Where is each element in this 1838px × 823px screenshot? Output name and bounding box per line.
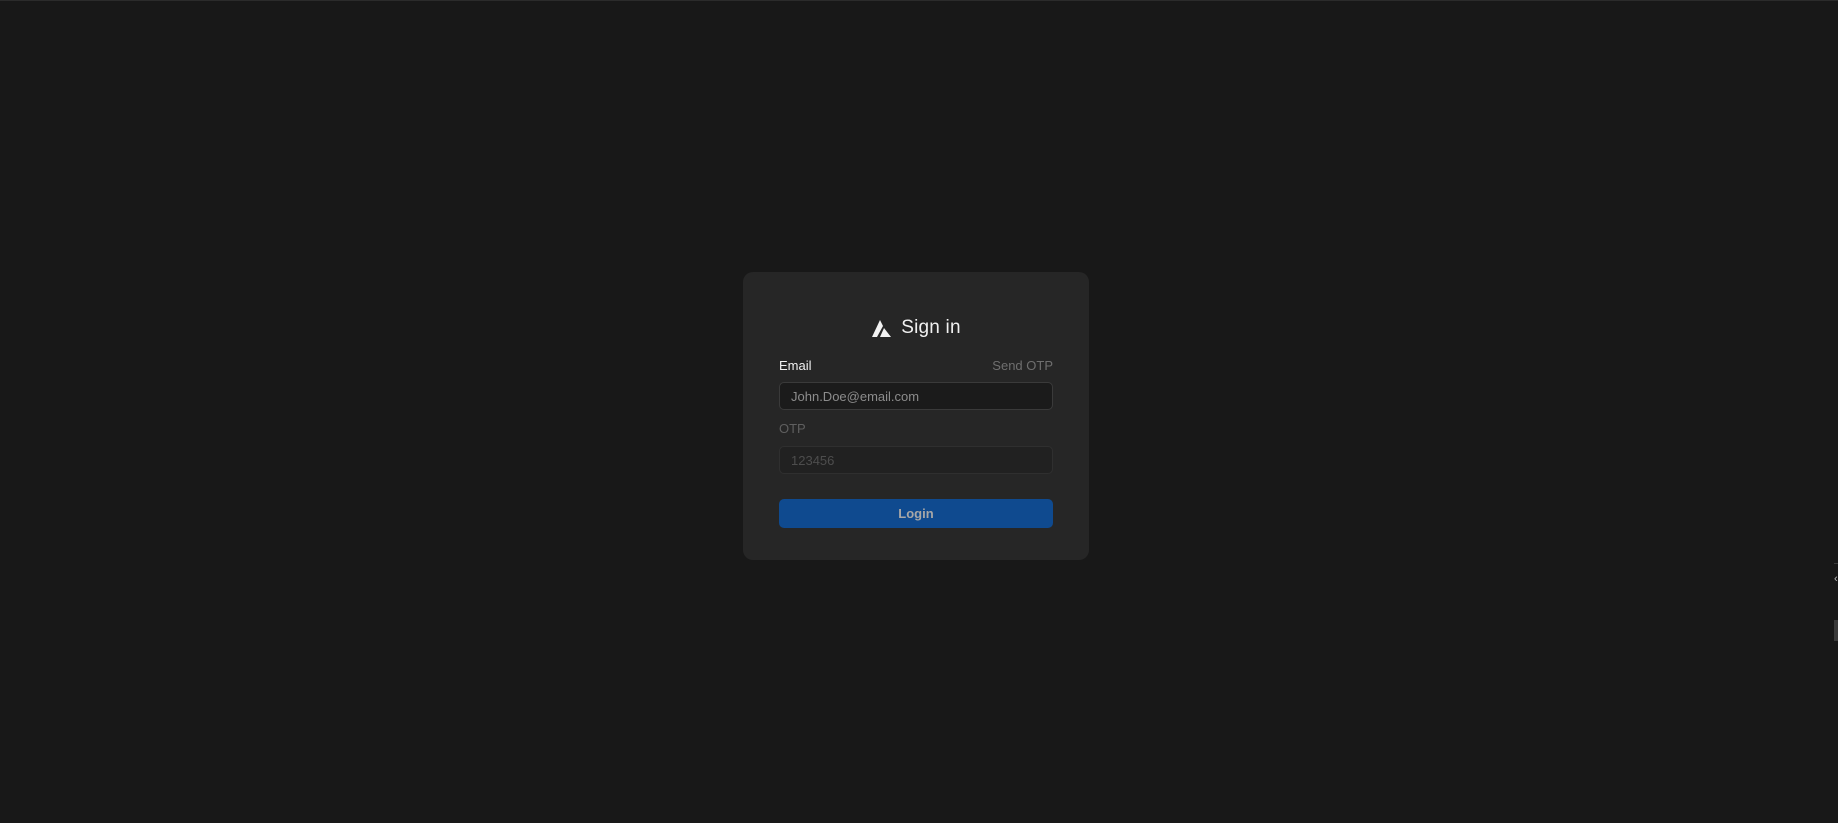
sign-in-card: Sign in Email Send OTP OTP Login [743,272,1089,560]
chevron-left-icon[interactable]: ‹ [1834,573,1838,585]
email-label: Email [779,357,812,373]
otp-field[interactable] [779,446,1053,474]
page: Sign in Email Send OTP OTP Login ‹ [0,0,1838,823]
otp-label: OTP [779,421,806,436]
sign-in-header: Sign in [779,316,1053,340]
send-otp-link[interactable]: Send OTP [992,358,1053,373]
page-title: Sign in [901,317,961,338]
scrollbar-track-edge [1834,563,1838,564]
email-label-row: Email Send OTP [779,357,1053,373]
login-button[interactable]: Login [779,499,1053,528]
scrollbar-thumb[interactable] [1834,620,1838,641]
email-field[interactable] [779,382,1053,410]
triangle-logo-icon [871,318,893,338]
